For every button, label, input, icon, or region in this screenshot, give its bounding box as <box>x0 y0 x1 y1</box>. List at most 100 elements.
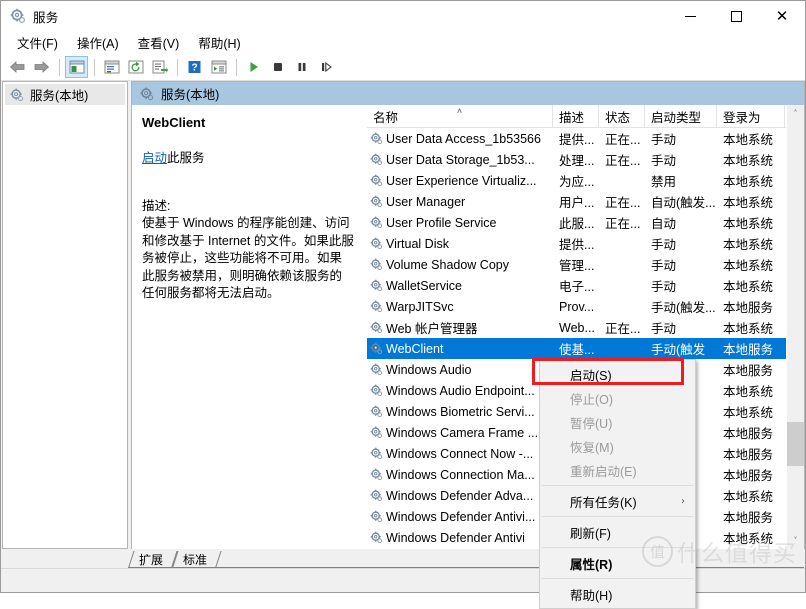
cell-status: 正在... <box>605 154 641 168</box>
table-row[interactable]: User Profile Service 此服... 正在... 自动 本地系统 <box>367 212 786 233</box>
services-window: 服务 ✕ 文件(F) 操作(A) 查看(V) 帮助(H) ? 服务(本地) 服务… <box>0 0 806 609</box>
services-list-header: 名称 ˄ 描述 状态 启动类型 登录为 <box>367 105 786 128</box>
cell-logon-as: 本地系统 <box>723 322 774 336</box>
start-service-icon[interactable] <box>242 56 265 78</box>
cell-logon-as: 本地系统 <box>723 217 774 231</box>
scrollbar-track[interactable] <box>787 122 804 532</box>
services-gear-icon <box>370 447 383 460</box>
show-hide-tree-icon[interactable] <box>65 56 88 78</box>
cell-service-name: User Profile Service <box>367 216 553 230</box>
back-icon[interactable] <box>6 56 29 78</box>
description-label: 描述: <box>142 199 171 213</box>
menu-item-刷新F[interactable]: 刷新(F) <box>540 520 695 544</box>
cell-startup-type: 手动 <box>651 154 677 168</box>
pause-service-icon[interactable] <box>290 56 313 78</box>
sidebar-item-label: 服务(本地) <box>30 89 89 103</box>
service-name-label: User Profile Service <box>386 215 497 230</box>
table-row[interactable]: Volume Shadow Copy 管理... 手动 本地系统 <box>367 254 786 275</box>
cell-logon-as: 本地系统 <box>723 490 774 504</box>
services-gear-icon <box>370 363 383 376</box>
table-row[interactable]: WebClient 使基... 手动(触发 本地服务 <box>367 338 786 359</box>
menu-item-label: 暂停(U) <box>570 416 613 431</box>
menu-item-停止O: 停止(O) <box>540 386 695 410</box>
menu-item-属性R[interactable]: 属性(R) <box>540 551 695 575</box>
cell-logon-as: 本地系统 <box>723 133 774 147</box>
column-header-startup-type[interactable]: 启动类型 <box>645 105 717 127</box>
services-gear-icon <box>370 279 383 292</box>
services-gear-icon <box>370 342 383 355</box>
cell-startup-type: 手动 <box>651 259 677 273</box>
scroll-up-icon[interactable]: ˄ <box>787 105 804 122</box>
cell-status: 正在... <box>605 133 641 147</box>
table-row[interactable]: User Manager 用户... 正在... 自动(触发... 本地系统 <box>367 191 786 212</box>
maximize-button[interactable] <box>713 1 759 31</box>
restart-service-icon[interactable] <box>314 56 337 78</box>
table-row[interactable]: Web 帐户管理器 Web... 正在... 手动 本地系统 <box>367 317 786 338</box>
cell-description: 用户... <box>559 196 595 210</box>
properties-icon[interactable] <box>100 56 123 78</box>
stop-service-icon[interactable] <box>266 56 289 78</box>
table-row[interactable]: WalletService 电子... 手动 本地系统 <box>367 275 786 296</box>
table-row[interactable]: User Data Storage_1b53... 处理... 正在... 手动 本地系… <box>367 149 786 170</box>
menu-item-启动S[interactable]: 启动(S) <box>540 362 695 386</box>
service-detail-panel: WebClient 启动此服务 描述: 使基于 Windows 的程序能创建、访… <box>132 105 366 549</box>
table-row[interactable]: User Data Access_1b53566 提供... 正在... 手动 本地系统 <box>367 128 786 149</box>
results-pane-title: 服务(本地) <box>161 88 220 102</box>
start-service-suffix: 此服务 <box>167 151 205 165</box>
cell-logon-as: 本地服务 <box>723 469 774 483</box>
cell-service-name: Windows Connect Now -... <box>367 447 553 461</box>
table-row[interactable]: User Experience Virtualiz... 为应... 禁用 本地系统 <box>367 170 786 191</box>
menu-file[interactable]: 文件(F) <box>8 31 68 55</box>
menu-bar: 文件(F) 操作(A) 查看(V) 帮助(H) <box>1 31 805 54</box>
menu-item-所有任务K[interactable]: 所有任务(K) › <box>540 489 695 513</box>
cell-logon-as: 本地系统 <box>723 175 774 189</box>
start-service-link[interactable]: 启动 <box>142 151 167 165</box>
column-header-name[interactable]: 名称 ˄ <box>367 105 553 127</box>
services-gear-icon <box>370 300 383 313</box>
context-menu: 启动(S) 停止(O) 暂停(U) 恢复(M) 重新启动(E) 所有任务(K) › 刷新(F)… <box>539 359 696 609</box>
close-button[interactable]: ✕ <box>759 1 805 31</box>
menu-view[interactable]: 查看(V) <box>129 31 190 55</box>
menu-help[interactable]: 帮助(H) <box>189 31 250 55</box>
cell-logon-as: 本地服务 <box>723 427 774 441</box>
scroll-down-icon[interactable]: ˅ <box>787 532 804 549</box>
table-row[interactable]: WarpJITSvc Prov... 手动(触发... 本地服务 <box>367 296 786 317</box>
cell-service-name: Virtual Disk <box>367 237 553 251</box>
tab-underline <box>128 567 804 568</box>
cell-service-name: Windows Audio Endpoint... <box>367 384 553 398</box>
menu-item-帮助H[interactable]: 帮助(H) <box>540 582 695 606</box>
column-header-description[interactable]: 描述 <box>553 105 599 127</box>
column-header-logon-as[interactable]: 登录为 <box>717 105 785 127</box>
sidebar-item-services-local[interactable]: 服务(本地) <box>5 84 125 105</box>
menu-separator <box>542 547 693 548</box>
refresh-icon[interactable] <box>124 56 147 78</box>
tab-extended[interactable]: 扩展 <box>128 551 172 568</box>
column-header-name-label: 名称 <box>373 110 399 125</box>
services-gear-icon <box>370 237 383 250</box>
minimize-button[interactable] <box>667 1 713 31</box>
cell-description: 管理... <box>559 259 595 273</box>
scrollbar-thumb[interactable] <box>787 422 804 466</box>
service-detail-action: 启动此服务 <box>142 147 354 166</box>
svg-text:?: ? <box>191 63 197 74</box>
cell-service-name: Windows Defender Adva... <box>367 489 553 503</box>
show-action-pane-icon[interactable] <box>207 56 230 78</box>
cell-status: 正在... <box>605 217 641 231</box>
forward-icon[interactable] <box>30 56 53 78</box>
services-gear-icon <box>370 321 383 334</box>
toolbar-separator <box>236 58 237 76</box>
service-name-label: User Experience Virtualiz... <box>386 173 537 188</box>
cell-service-name: Web 帐户管理器 <box>367 318 553 337</box>
table-row[interactable]: Virtual Disk 提供... 手动 本地系统 <box>367 233 786 254</box>
cell-logon-as: 本地系统 <box>723 280 774 294</box>
cell-startup-type: 禁用 <box>651 175 677 189</box>
cell-service-name: Windows Connection Ma... <box>367 468 553 482</box>
export-list-icon[interactable] <box>148 56 171 78</box>
column-header-status[interactable]: 状态 <box>599 105 645 127</box>
tab-standard[interactable]: 标准 <box>172 551 216 568</box>
menu-action[interactable]: 操作(A) <box>68 31 129 55</box>
service-name-label: Windows Defender Antivi... <box>386 509 536 524</box>
services-list-scrollbar[interactable]: ˄ ˅ <box>786 105 804 549</box>
help-icon[interactable]: ? <box>183 56 206 78</box>
toolbar-separator <box>59 58 60 76</box>
